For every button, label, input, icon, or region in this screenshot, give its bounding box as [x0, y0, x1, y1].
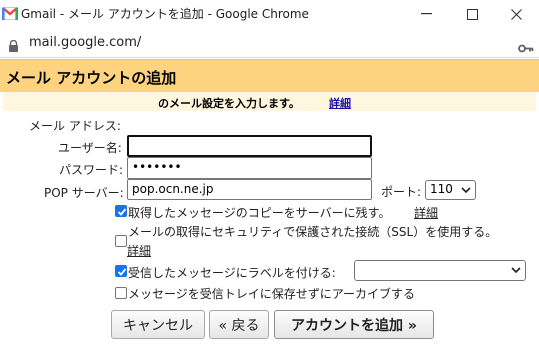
window-title: Gmail - メール アカウントを追加 - Google Chrome: [21, 7, 309, 21]
add-account-button[interactable]: アカウントを追加 »: [274, 310, 434, 339]
port-label: ポート:: [381, 185, 422, 199]
username-input[interactable]: [127, 135, 372, 157]
minimize-icon: [420, 13, 432, 15]
dialog-header: メール アカウントの追加: [0, 59, 539, 92]
close-button[interactable]: [493, 0, 539, 28]
email-label: メール アドレス:: [29, 119, 121, 133]
maximize-button[interactable]: [449, 0, 495, 28]
dialog-subheader: のメール設定を入力します。 詳細: [3, 92, 536, 111]
key-icon[interactable]: [518, 38, 534, 53]
username-label: ユーザー名:: [58, 141, 122, 155]
maximize-icon: [466, 8, 478, 20]
pop-server-label: POP サーバー:: [44, 186, 124, 200]
leave-copy-details-link[interactable]: 詳細: [414, 204, 438, 221]
ssl-label: メールの取得にセキュリティで保護された接続（SSL）を使用する。: [128, 225, 498, 239]
dialog-title: メール アカウントの追加: [6, 69, 177, 87]
password-input[interactable]: •••••••: [127, 157, 372, 179]
port-value: 110: [430, 182, 453, 196]
minimize-button[interactable]: [403, 0, 449, 28]
details-link[interactable]: 詳細: [329, 95, 351, 111]
label-select[interactable]: [354, 260, 526, 281]
password-label: パスワード:: [59, 163, 124, 177]
label-incoming-checkbox[interactable]: [115, 265, 127, 277]
leave-copy-label: 取得したメッセージのコピーをサーバーに残す。: [128, 206, 391, 220]
archive-checkbox[interactable]: [115, 287, 127, 299]
label-incoming-label: 受信したメッセージにラベルを付ける:: [128, 266, 336, 280]
checkmark-icon: [117, 208, 127, 216]
address-bar[interactable]: mail.google.com/: [0, 28, 539, 58]
cancel-button[interactable]: キャンセル: [111, 310, 205, 339]
lock-icon[interactable]: [8, 37, 19, 52]
back-button[interactable]: « 戻る: [209, 310, 269, 339]
url-text[interactable]: mail.google.com/: [29, 35, 141, 50]
window-titlebar: Gmail - メール アカウントを追加 - Google Chrome: [0, 0, 539, 28]
chevron-down-icon: [511, 267, 521, 274]
ssl-checkbox[interactable]: [115, 235, 127, 247]
chevron-down-icon: [461, 187, 471, 194]
checkmark-icon: [117, 268, 127, 276]
close-icon: [510, 8, 522, 20]
dialog-subtitle: のメール設定を入力します。: [158, 97, 300, 110]
pop-server-input[interactable]: pop.ocn.ne.jp: [127, 179, 372, 200]
port-select[interactable]: 110: [425, 180, 476, 200]
leave-copy-checkbox[interactable]: [115, 205, 127, 217]
archive-label: メッセージを受信トレイに保存せずにアーカイブする: [128, 287, 416, 301]
gmail-icon: [2, 5, 18, 20]
ssl-details-link[interactable]: 詳細: [127, 242, 151, 259]
